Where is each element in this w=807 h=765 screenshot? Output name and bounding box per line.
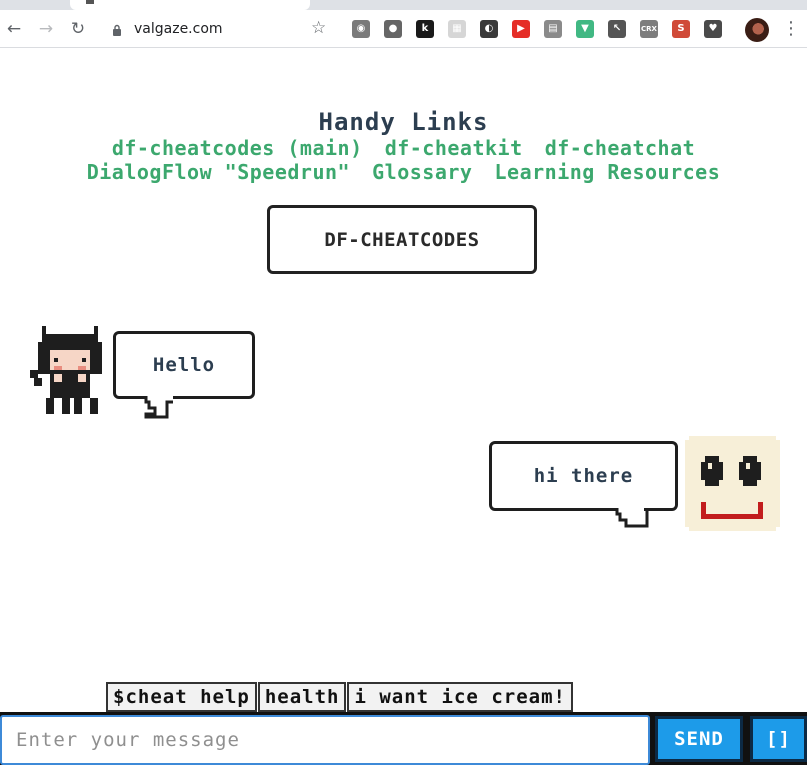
onion-ext-icon[interactable]: ● <box>384 20 402 38</box>
profile-avatar[interactable] <box>745 18 769 42</box>
k-ext-icon[interactable]: k <box>416 20 434 38</box>
quick-reply-cheat-help[interactable]: $cheat help <box>106 682 257 712</box>
bot-cat-avatar-icon <box>30 326 102 414</box>
browser-toolbar: ← → ↻ valgaze.com ☆ ◉ ● k ▦ ◐ ▶ ▤ ▼ ↖ CRX S ♥ ⋮ <box>0 10 807 48</box>
quick-reply-health[interactable]: health <box>257 682 347 712</box>
back-button[interactable]: ← <box>3 18 25 40</box>
inactive-tab-area[interactable] <box>318 0 807 10</box>
user-message-bubble: hi there <box>489 441 678 511</box>
link-df-cheatkit[interactable]: df-cheatkit <box>385 136 523 160</box>
lock-icon[interactable] <box>112 24 122 36</box>
vue-ext-icon[interactable]: ▼ <box>576 20 594 38</box>
pointer-ext-icon[interactable]: ↖ <box>608 20 626 38</box>
gitlens-ext-icon[interactable]: S <box>672 20 690 38</box>
bot-message-text: Hello <box>152 354 216 376</box>
book-ext-icon[interactable]: ▤ <box>544 20 562 38</box>
message-input[interactable] <box>0 715 650 765</box>
user-smiley-avatar-icon <box>685 436 780 531</box>
link-learning-resources[interactable]: Learning Resources <box>495 160 721 184</box>
browser-menu-icon[interactable]: ⋮ <box>782 18 800 40</box>
active-tab[interactable] <box>70 0 310 10</box>
links-row-2: DialogFlow "Speedrun" Glossary Learning … <box>0 160 807 184</box>
forward-button[interactable]: → <box>35 18 57 40</box>
app-title-label: DF-CHEATCODES <box>324 228 480 251</box>
bookmark-star-icon[interactable]: ☆ <box>311 18 326 38</box>
extra-button[interactable]: [] <box>750 716 807 762</box>
links-row-1: df-cheatcodes (main) df-cheatkit df-chea… <box>0 136 807 160</box>
link-dialogflow-speedrun[interactable]: DialogFlow "Speedrun" <box>87 160 350 184</box>
address-bar[interactable]: valgaze.com <box>134 19 223 39</box>
quick-replies: $cheat help health i want ice cream! <box>106 682 574 712</box>
user-message-text: hi there <box>533 465 634 487</box>
reload-button[interactable]: ↻ <box>67 18 89 40</box>
user-bubble-tail <box>615 508 649 528</box>
send-button[interactable]: SEND <box>655 716 743 762</box>
link-glossary[interactable]: Glossary <box>372 160 472 184</box>
grid-ext-icon[interactable]: ▦ <box>448 20 466 38</box>
pocket-ext-icon[interactable]: ♥ <box>704 20 722 38</box>
link-df-cheatcodes-main[interactable]: df-cheatcodes (main) <box>112 136 363 160</box>
crx-ext-icon[interactable]: CRX <box>640 20 658 38</box>
tab-favicon <box>86 0 94 4</box>
bot-message-bubble: Hello <box>113 331 255 399</box>
link-df-cheatchat[interactable]: df-cheatchat <box>545 136 696 160</box>
handy-links-title: Handy Links <box>318 108 489 136</box>
camera-ext-icon[interactable]: ◉ <box>352 20 370 38</box>
moon-ext-icon[interactable]: ◐ <box>480 20 498 38</box>
tab-strip <box>0 0 807 10</box>
composer-bar: SEND [] <box>0 712 807 765</box>
youtube-ext-icon[interactable]: ▶ <box>512 20 530 38</box>
bot-bubble-tail <box>144 396 173 419</box>
quick-reply-ice-cream[interactable]: i want ice cream! <box>347 682 573 712</box>
app-title-box: DF-CHEATCODES <box>267 205 537 274</box>
